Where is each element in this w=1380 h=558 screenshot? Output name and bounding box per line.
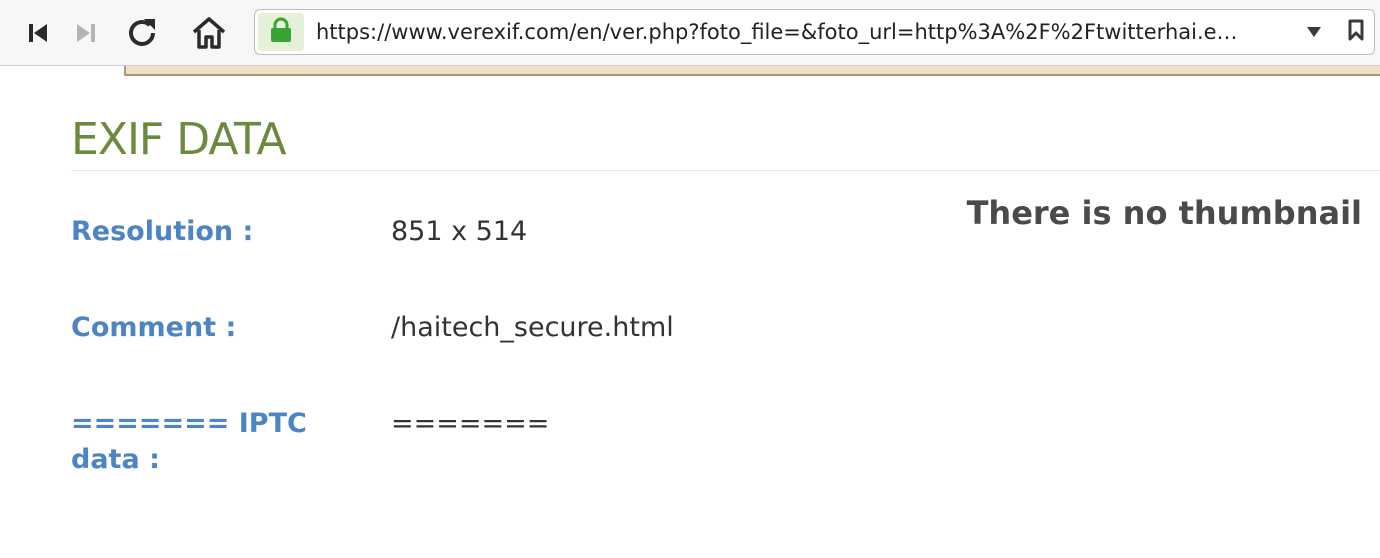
site-security-button[interactable] — [258, 13, 304, 51]
skip-forward-icon — [75, 22, 97, 44]
resolution-value: 851 x 514 — [391, 216, 528, 247]
bookmark-icon — [1348, 19, 1364, 45]
back-button[interactable] — [18, 12, 58, 54]
page-title: EXIF DATA — [71, 114, 287, 165]
lock-icon — [269, 17, 293, 47]
iptc-data-label: ======= IPTC data : — [71, 408, 307, 475]
comment-value: /haitech_secure.html — [391, 312, 674, 343]
bookmark-button[interactable] — [1344, 10, 1368, 54]
home-icon — [191, 15, 227, 51]
header-banner-edge — [124, 66, 1380, 76]
reload-icon — [124, 15, 160, 51]
chevron-down-icon — [1306, 23, 1322, 42]
home-button[interactable] — [189, 12, 229, 54]
skip-back-icon — [27, 22, 49, 44]
address-bar[interactable]: https://www.verexif.com/en/ver.php?foto_… — [254, 9, 1375, 55]
iptc-data-value: ======= — [391, 408, 550, 439]
url-dropdown-button[interactable] — [1302, 10, 1326, 54]
comment-label: Comment : — [71, 312, 237, 343]
no-thumbnail-message: There is no thumbnail — [966, 194, 1362, 232]
browser-toolbar: https://www.verexif.com/en/ver.php?foto_… — [0, 0, 1380, 66]
reload-button[interactable] — [122, 12, 162, 54]
url-text[interactable]: https://www.verexif.com/en/ver.php?foto_… — [316, 10, 1296, 54]
forward-button[interactable] — [66, 12, 106, 54]
title-divider — [71, 170, 1380, 171]
resolution-label: Resolution : — [71, 216, 254, 247]
